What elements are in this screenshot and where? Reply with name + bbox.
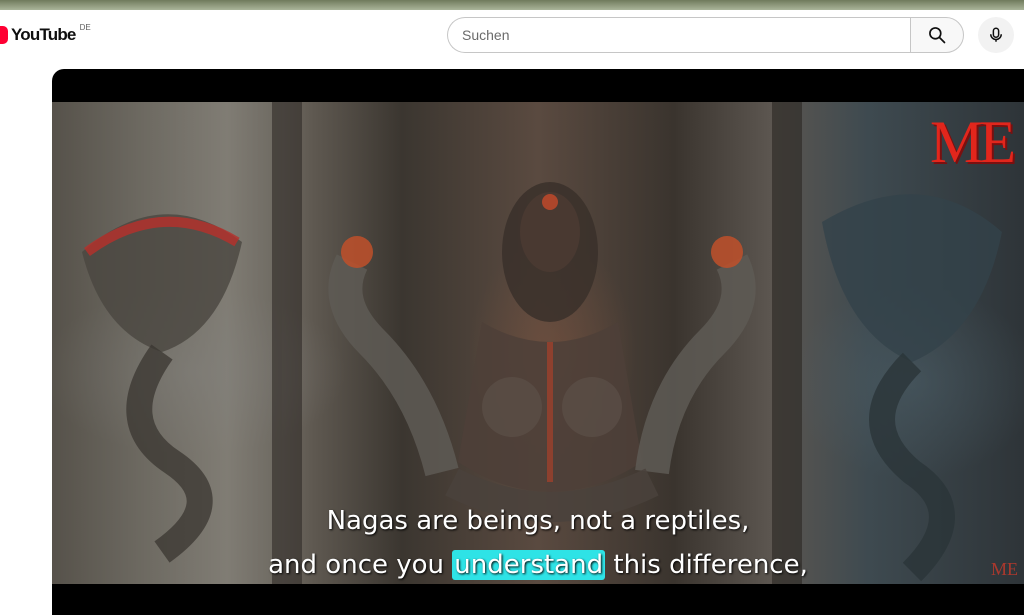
caption-text-before: and once you	[268, 550, 453, 580]
logo-text: YouTube	[11, 25, 76, 44]
caption-line-2: and once you understand this difference,	[52, 543, 1024, 587]
search-button[interactable]	[910, 17, 964, 53]
search-input[interactable]	[447, 17, 910, 53]
channel-watermark: ME	[930, 109, 1016, 175]
caption-line-1: Nagas are beings, not a reptiles,	[326, 506, 750, 536]
browser-top-strip	[0, 0, 1024, 10]
video-player[interactable]: ME ME Nagas are beings, not a reptiles, …	[52, 69, 1024, 615]
country-code: DE	[79, 22, 91, 32]
caption-text-after: this difference,	[605, 550, 808, 580]
search-box	[447, 17, 964, 53]
microphone-icon	[990, 27, 1002, 42]
subtitle-captions: Nagas are beings, not a reptiles, and on…	[52, 499, 1024, 587]
search-icon	[929, 27, 946, 44]
voice-search-button[interactable]	[978, 17, 1014, 53]
masthead: YouTube DE	[0, 10, 1024, 60]
youtube-play-icon	[0, 26, 8, 44]
youtube-logo[interactable]: YouTube DE	[0, 22, 91, 46]
caption-highlighted-word: understand	[452, 550, 606, 580]
